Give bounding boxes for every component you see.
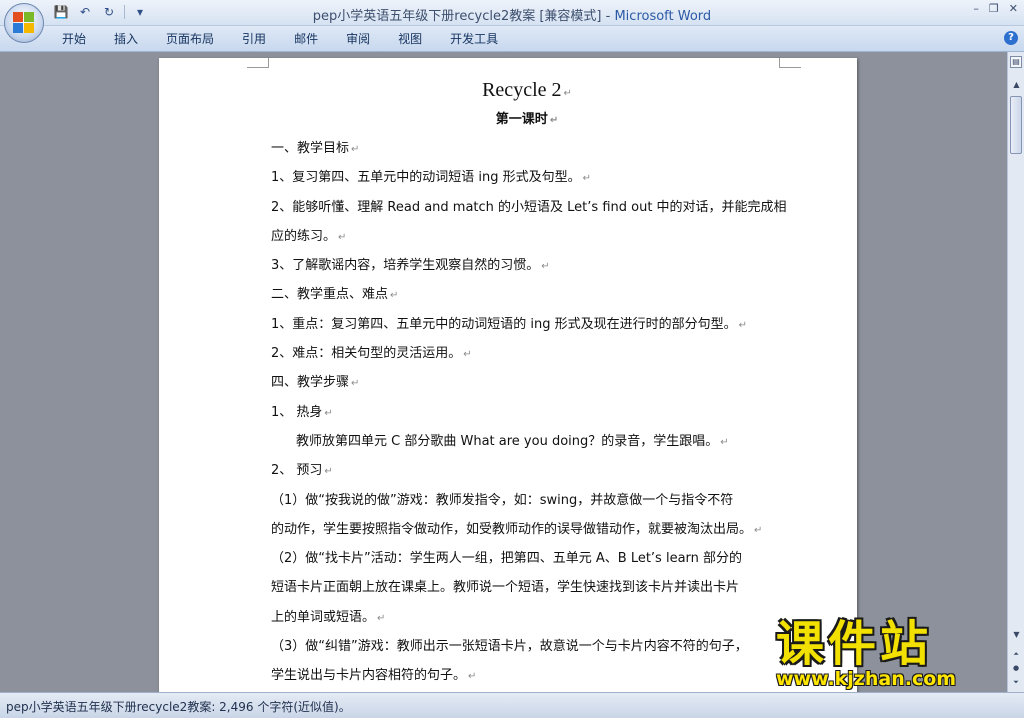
document-heading: Recycle 2 ↵ [271, 74, 783, 106]
document-line: 2、难点：相关句型的灵活运用。 ↵ [271, 339, 783, 368]
line-text: 上的单词或短语。 [271, 609, 376, 625]
line-text: 3、了解歌谣内容，培养学生观察自然的习惯。 [271, 258, 540, 274]
line-text: （2）做“找卡片”活动：学生两人一组，把第四、五单元 A、B Let’s lea… [271, 551, 743, 567]
document-line: （3）做“纠错”游戏：教师出示一张短语卡片，故意说一个与卡片内容不符的句子， [271, 632, 783, 661]
paragraph-mark: ↵ [582, 173, 592, 185]
paragraph-mark: ↵ [720, 436, 729, 448]
document-line: 四、教学步骤 ↵ [271, 368, 783, 397]
line-text: （3）做“纠错”游戏：教师出示一张短语卡片，故意说一个与卡片内容不符的句子， [271, 639, 748, 655]
document-line: 2、 预习 ↵ [271, 456, 783, 485]
next-page-icon[interactable]: ⏷ [1010, 676, 1022, 688]
line-text: 2、难点：相关句型的灵活运用。 [271, 346, 462, 362]
document-line: 1、重点：复习第四、五单元中的动词短语的 ing 形式及现在进行时的部分句型。 ↵ [271, 310, 783, 339]
document-line: 二、教学重点、难点 ↵ [271, 280, 783, 309]
help-icon[interactable]: ? [1004, 31, 1018, 45]
document-line: 短语卡片正面朝上放在课桌上。教师说一个短语，学生快速找到该卡片并读出卡片 [271, 573, 783, 602]
ribbon: 开始 插入 页面布局 引用 邮件 审阅 视图 开发工具 ? [0, 26, 1024, 52]
scroll-up-icon[interactable]: ▲ [1009, 78, 1024, 92]
line-text: 2、 预习 [271, 463, 323, 479]
document-line: （1）做“按我说的做”游戏：教师发指令，如：swing，并故意做一个与指令不符 [271, 486, 783, 515]
document-line: 教师放第四单元 C 部分歌曲 What are you doing？的录音，学生… [271, 427, 783, 456]
line-text: 学生说出与卡片内容相符的句子。 [271, 668, 467, 684]
scroll-down-icon[interactable]: ▼ [1009, 628, 1024, 642]
line-text: 一、教学目标 [271, 141, 350, 156]
document-line: 学生说出与卡片内容相符的句子。 ↵ [271, 661, 783, 690]
title-bar: 💾 ↶ ↻ ▾ pep小学英语五年级下册recycle2教案 [兼容模式] - … [0, 0, 1024, 26]
line-text: 短语卡片正面朝上放在课桌上。教师说一个短语，学生快速找到该卡片并读出卡片 [271, 580, 740, 596]
paragraph-mark: ↵ [390, 290, 399, 302]
office-button[interactable] [4, 3, 44, 43]
crop-mark-right [779, 58, 801, 68]
office-logo-icon [13, 12, 35, 34]
status-bar: pep小学英语五年级下册recycle2教案: 2,496 个字符(近似值)。 [0, 692, 1024, 718]
document-line: 2、能够听懂、理解 Read and match 的小短语及 Let’s fin… [271, 193, 787, 222]
paragraph-mark: ↵ [541, 261, 550, 273]
paragraph-mark: ↵ [468, 671, 477, 683]
browse-object-icon[interactable]: ● [1010, 662, 1022, 674]
document-line: 3、了解歌谣内容，培养学生观察自然的习惯。 ↵ [271, 251, 783, 280]
vertical-scrollbar[interactable]: ▤ ▲ ▼ ⏶ ● ⏷ [1007, 52, 1024, 692]
site-watermark: 课件站 www.kjzhan.com [776, 618, 1008, 692]
paragraph-mark: ↵ [563, 88, 572, 99]
document-title: pep小学英语五年级下册recycle2教案 [兼容模式] - [312, 9, 615, 24]
tab-view[interactable]: 视图 [384, 30, 436, 48]
close-button[interactable]: ✕ [1009, 2, 1018, 15]
watermark-chinese: 课件站 [776, 616, 933, 672]
ribbon-tabs: 开始 插入 页面布局 引用 邮件 审阅 视图 开发工具 [48, 30, 512, 48]
previous-page-icon[interactable]: ⏶ [1010, 648, 1022, 660]
tab-mailings[interactable]: 邮件 [280, 30, 332, 48]
restore-button[interactable]: ❐ [989, 2, 999, 15]
paragraph-mark: ↵ [338, 231, 347, 243]
paragraph-mark: ↵ [351, 144, 360, 155]
paragraph-mark: ↵ [324, 466, 333, 478]
document-line: 的动作，学生要按照指令做动作，如受教师动作的误导做错动作，就要被淘汰出局。 ↵ [271, 515, 783, 544]
app-name: Microsoft Word [614, 9, 712, 24]
window-title: pep小学英语五年级下册recycle2教案 [兼容模式] - Microsof… [0, 5, 1024, 24]
paragraph-mark: ↵ [549, 115, 559, 126]
line-text: 的动作，学生要按照指令做动作，如受教师动作的误导做错动作，就要被淘汰出局。 [271, 521, 753, 537]
document-line: 1、 热身 ↵ [271, 398, 783, 427]
document-body[interactable]: Recycle 2 ↵ 第一课时 ↵ 一、教学目标 ↵ 1、复习第四、五单元中的动词短语… [271, 74, 787, 691]
document-page[interactable]: Recycle 2 ↵ 第一课时 ↵ 一、教学目标 ↵ 1、复习第四、五单元中的动词短语… [159, 58, 857, 692]
status-text: pep小学英语五年级下册recycle2教案: 2,496 个字符(近似值)。 [6, 700, 351, 714]
tab-references[interactable]: 引用 [228, 30, 280, 48]
document-line: 一、教学目标 ↵ [271, 134, 783, 163]
line-text: 2、能够听懂、理解 Read and match 的小短语及 Let’s fin… [271, 199, 787, 215]
line-text: 四、教学步骤 [271, 375, 350, 391]
document-subheading: 第一课时 ↵ [271, 106, 783, 134]
line-text: 1、重点：复习第四、五单元中的动词短语的 ing 形式及现在进行时的部分句型。 [271, 316, 737, 332]
line-text: 教师放第四单元 C 部分歌曲 What are you doing？的录音，学生… [296, 433, 719, 449]
tab-insert[interactable]: 插入 [100, 30, 152, 48]
line-text: 应的练习。 [271, 228, 337, 244]
crop-mark-left [247, 58, 269, 68]
paragraph-mark: ↵ [377, 612, 386, 624]
document-line: 1、复习第四、五单元中的动词短语 ing 形式及句型。 ↵ [271, 163, 783, 192]
tab-review[interactable]: 审阅 [332, 30, 384, 48]
heading-text: Recycle 2 [482, 79, 562, 101]
line-text: 1、复习第四、五单元中的动词短语 ing 形式及句型。 [271, 170, 581, 186]
minimize-button[interactable]: – [973, 2, 979, 15]
line-text: （1）做“按我说的做”游戏：教师发指令，如：swing，并故意做一个与指令不符 [271, 492, 734, 508]
paragraph-mark: ↵ [738, 319, 748, 331]
scroll-thumb[interactable] [1010, 96, 1022, 154]
line-text: 1、 热身 [271, 404, 323, 420]
document-workspace[interactable]: Recycle 2 ↵ 第一课时 ↵ 一、教学目标 ↵ 1、复习第四、五单元中的动词短语… [0, 52, 1007, 692]
view-ruler-icon[interactable]: ▤ [1010, 56, 1022, 68]
tab-home[interactable]: 开始 [48, 30, 100, 48]
paragraph-mark: ↵ [324, 407, 333, 419]
paragraph-mark: ↵ [754, 524, 763, 536]
document-line: （2）做“找卡片”活动：学生两人一组，把第四、五单元 A、B Let’s lea… [271, 544, 783, 573]
paragraph-mark: ↵ [351, 378, 360, 390]
subheading-text: 第一课时 [495, 112, 548, 127]
tab-developer[interactable]: 开发工具 [436, 30, 512, 48]
document-line: 应的练习。 ↵ [271, 222, 783, 251]
document-line: 上的单词或短语。 ↵ [271, 603, 783, 632]
window-controls: – ❐ ✕ [973, 2, 1018, 15]
tab-page-layout[interactable]: 页面布局 [152, 30, 228, 48]
line-text: 二、教学重点、难点 [271, 287, 389, 303]
watermark-url: www.kjzhan.com [776, 668, 957, 690]
paragraph-mark: ↵ [463, 349, 472, 361]
document-lines: 一、教学目标 ↵ 1、复习第四、五单元中的动词短语 ing 形式及句型。 ↵ 2、能够听… [271, 134, 787, 691]
